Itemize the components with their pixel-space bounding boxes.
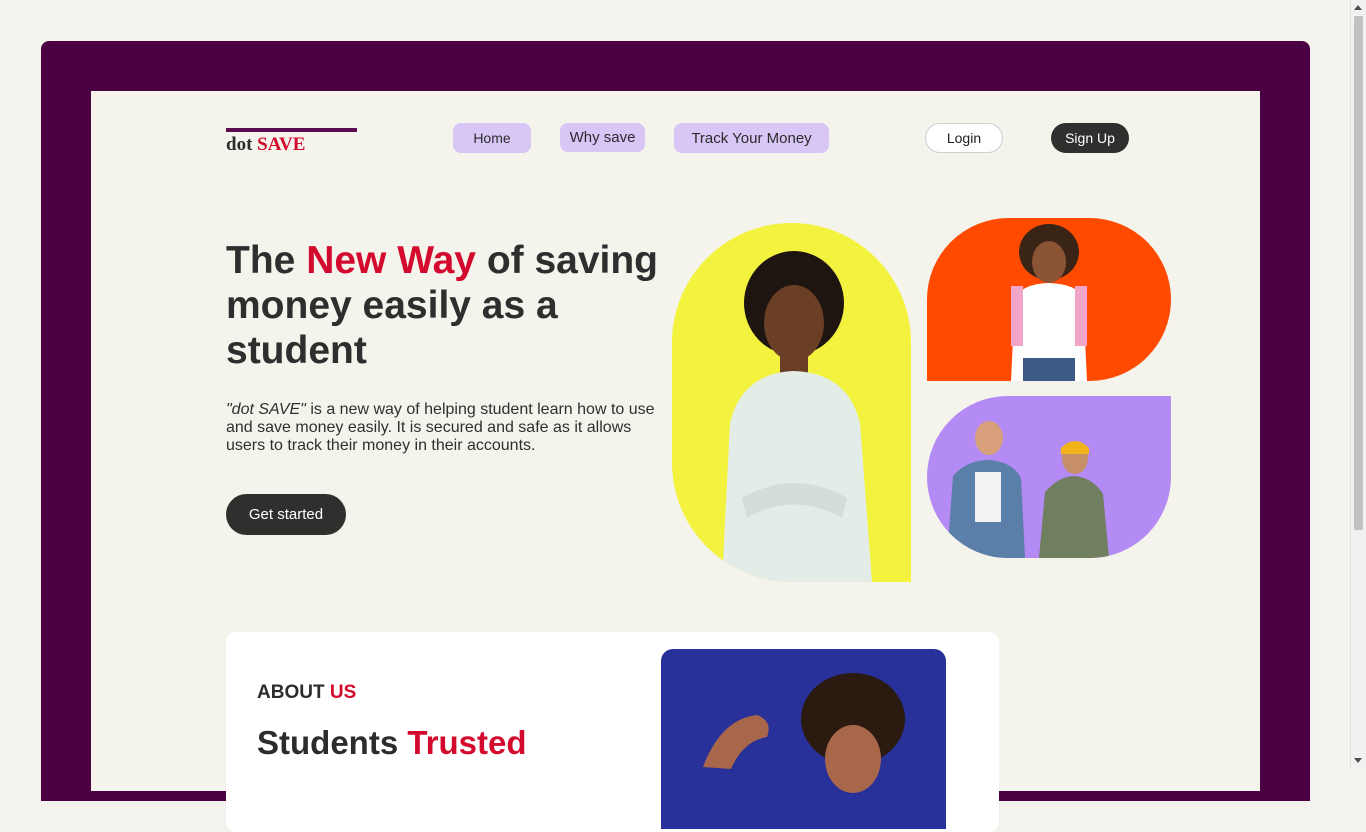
nav-track-money-link[interactable]: Track Your Money (674, 123, 829, 153)
hero-title-accent: New Way (306, 239, 476, 282)
hero-image-two-students (927, 396, 1171, 558)
scrollbar-thumb[interactable] (1354, 16, 1363, 530)
scroll-up-arrow-icon[interactable] (1354, 5, 1362, 10)
hero-title-start: The (226, 239, 296, 282)
hero-description-brand: "dot SAVE" (226, 401, 306, 418)
scroll-down-arrow-icon[interactable] (1354, 758, 1362, 763)
about-image-student-flex (661, 649, 946, 829)
get-started-button[interactable]: Get started (226, 494, 346, 535)
page-scrollbar[interactable] (1350, 0, 1366, 768)
nav-home-link[interactable]: Home (453, 123, 531, 153)
brand-logo[interactable]: dot SAVE (226, 128, 357, 156)
about-label: ABOUT US (257, 682, 356, 704)
logo-text: dot SAVE (226, 134, 357, 156)
hero-title: The New Way of saving money easily as a … (226, 238, 666, 373)
logo-text-part1: dot (226, 134, 253, 155)
hero-image-student-woman (672, 223, 911, 582)
about-heading-start: Students (257, 724, 399, 761)
logo-text-part2: SAVE (257, 134, 306, 155)
about-label-start: ABOUT (257, 682, 325, 703)
about-heading: Students Trusted (257, 724, 527, 762)
hero-description: "dot SAVE" is a new way of helping stude… (226, 401, 666, 455)
nav-why-save-link[interactable]: Why save (560, 123, 645, 152)
about-heading-accent: Trusted (407, 724, 527, 761)
signup-button[interactable]: Sign Up (1051, 123, 1129, 153)
about-label-accent: US (329, 682, 357, 703)
hero-image-student-backpack (927, 218, 1171, 381)
login-button[interactable]: Login (925, 123, 1003, 153)
logo-bar (226, 128, 357, 132)
